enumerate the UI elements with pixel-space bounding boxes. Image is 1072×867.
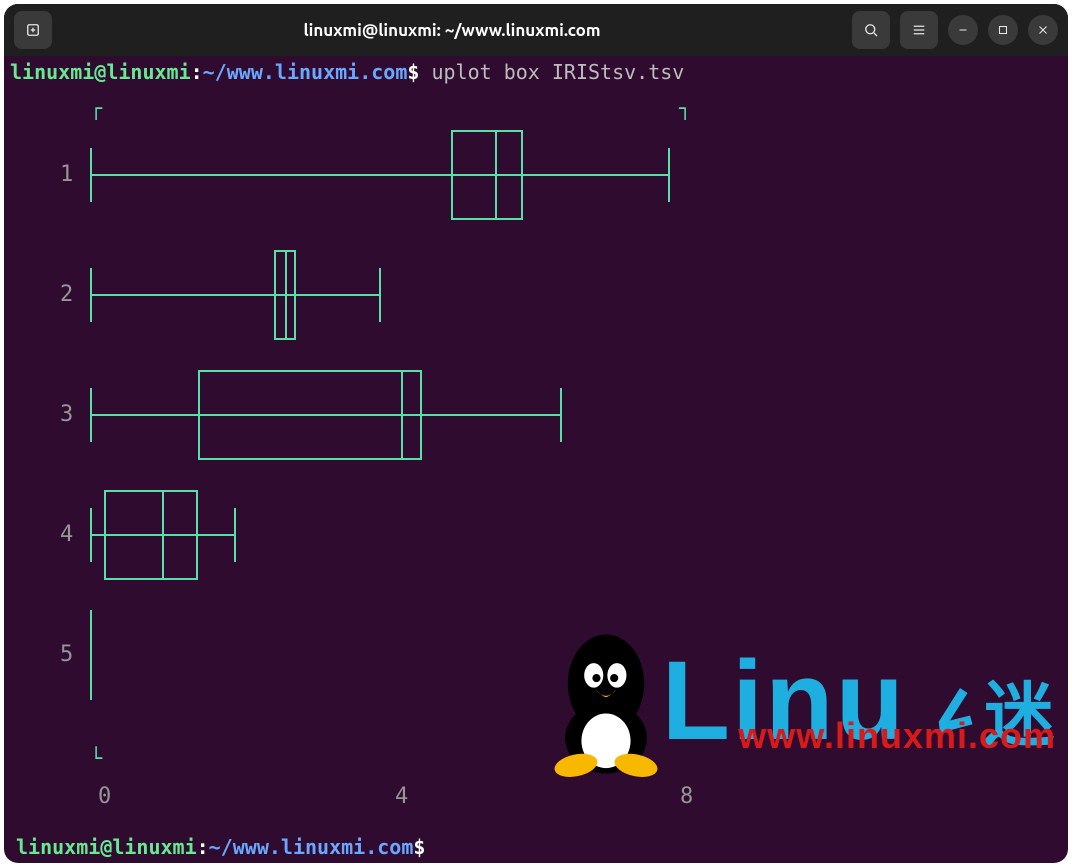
titlebar: linuxmi@linuxmi: ~/www.linuxmi.com: [4, 4, 1068, 56]
y-label-4: 4: [60, 522, 73, 547]
menu-button[interactable]: [900, 11, 938, 49]
box-row-1: [90, 130, 704, 220]
prompt-dollar: $: [407, 60, 419, 84]
watermark-url: www.linuxmi.com: [738, 715, 1056, 757]
maximize-button[interactable]: [988, 15, 1018, 45]
prompt-path: ~/www.linuxmi.com: [203, 60, 408, 84]
box-row-4: [90, 490, 704, 580]
prompt-line-2: linuxmi@linuxmi:~/www.linuxmi.com$: [10, 831, 431, 861]
maximize-icon: [996, 23, 1010, 37]
x-tick-4: 4: [395, 784, 408, 809]
prompt-sep: :: [197, 835, 209, 859]
prompt-path: ~/www.linuxmi.com: [209, 835, 414, 859]
window-title: linuxmi@linuxmi: ~/www.linuxmi.com: [60, 21, 844, 40]
y-label-1: 1: [60, 162, 73, 187]
axis-corner-tl: ┌: [90, 96, 102, 120]
prompt-sep: :: [191, 60, 203, 84]
prompt-line-1: linuxmi@linuxmi:~/www.linuxmi.com$ uplot…: [4, 56, 1068, 86]
x-tick-0: 0: [98, 784, 111, 809]
prompt-command: uplot box IRIStsv.tsv: [431, 60, 684, 84]
watermark: Linu迷 www.linuxmi.com: [536, 645, 1056, 815]
tux-icon: [536, 629, 676, 779]
search-icon: [862, 21, 880, 39]
terminal-window: linuxmi@linuxmi: ~/www.linuxmi.com linux…: [4, 4, 1068, 863]
minimize-button[interactable]: [948, 15, 978, 45]
y-label-2: 2: [60, 282, 73, 307]
terminal-area[interactable]: linuxmi@linuxmi:~/www.linuxmi.com$ uplot…: [4, 56, 1068, 863]
new-tab-button[interactable]: [14, 11, 52, 49]
axis-corner-tr: ┐: [679, 96, 691, 120]
box-row-2: [90, 250, 704, 340]
box-row-3: [90, 370, 704, 460]
hamburger-icon: [910, 21, 928, 39]
y-label-5: 5: [60, 642, 73, 667]
prompt-user: linuxmi@linuxmi: [16, 835, 197, 859]
close-button[interactable]: [1028, 15, 1058, 45]
minimize-icon: [956, 23, 970, 37]
new-tab-icon: [24, 21, 42, 39]
close-icon: [1036, 23, 1050, 37]
prompt-user: linuxmi@linuxmi: [10, 60, 191, 84]
y-label-3: 3: [60, 402, 73, 427]
prompt-dollar: $: [413, 835, 425, 859]
search-button[interactable]: [852, 11, 890, 49]
